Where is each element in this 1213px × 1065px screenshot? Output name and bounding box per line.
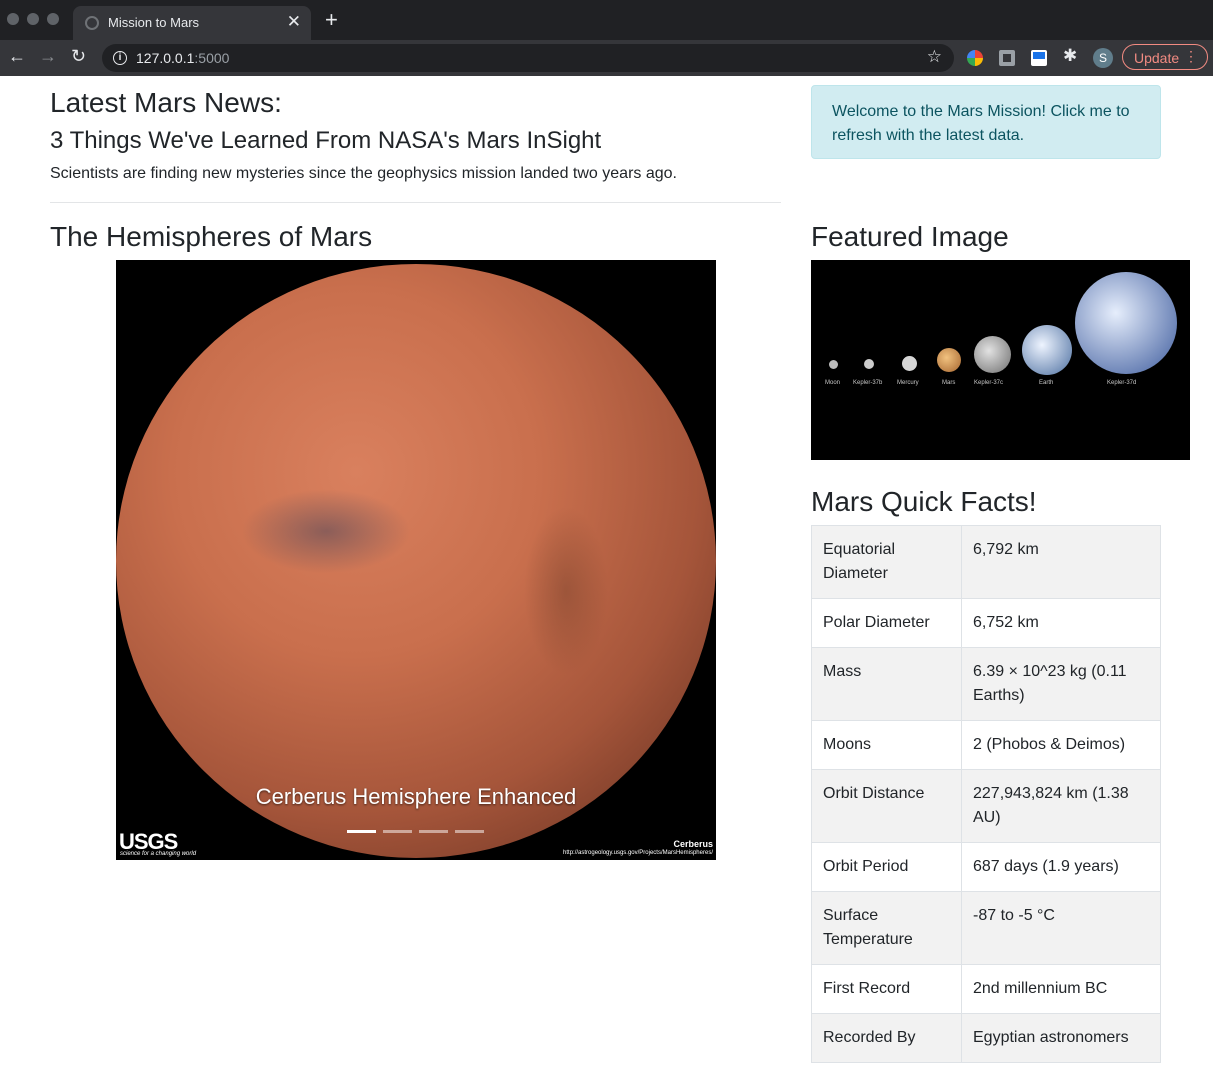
fact-value: 2nd millennium BC: [961, 964, 1161, 1014]
close-window-button[interactable]: [7, 13, 19, 25]
moon-planet: [829, 360, 838, 369]
facts-table: Equatorial Diameter 6,792 km Polar Diamet…: [811, 525, 1161, 1063]
carousel-indicator-3[interactable]: [419, 830, 448, 833]
fact-key: Polar Diameter: [811, 598, 962, 648]
browser-toolbar: ← → ↻ i 127.0.0.1:5000 ☆ ✱ S Update ⋮: [0, 40, 1213, 76]
news-title: 3 Things We've Learned From NASA's Mars …: [50, 127, 602, 154]
table-row: Orbit Period 687 days (1.9 years): [811, 842, 1161, 892]
kepler-37d-planet: [1075, 272, 1177, 374]
window-extension-icon[interactable]: [1031, 50, 1047, 66]
refresh-alert-button[interactable]: Welcome to the Mars Mission! Click me to…: [811, 85, 1161, 159]
info-icon[interactable]: i: [113, 51, 127, 65]
url-text[interactable]: 127.0.0.1:5000: [136, 50, 229, 66]
fact-key: Recorded By: [811, 1013, 962, 1063]
carousel-indicator-2[interactable]: [383, 830, 412, 833]
featured-label: Kepler-37d: [1107, 380, 1137, 386]
table-row: Mass 6.39 × 10^23 kg (0.11 Earths): [811, 647, 1161, 721]
fact-key: First Record: [811, 964, 962, 1014]
bookmark-star-icon[interactable]: ☆: [927, 47, 942, 67]
fact-key: Surface Temperature: [811, 891, 962, 965]
kepler-37c-planet: [974, 336, 1011, 373]
table-row: Equatorial Diameter 6,792 km: [811, 525, 1161, 599]
fact-value: Egyptian astronomers: [961, 1013, 1161, 1063]
mercury-planet: [902, 356, 917, 371]
carousel-indicator-1[interactable]: [347, 830, 376, 833]
fact-key: Equatorial Diameter: [811, 525, 962, 599]
featured-image-heading: Featured Image: [811, 221, 1009, 252]
profile-avatar[interactable]: S: [1093, 48, 1113, 68]
featured-label: Kepler-37c: [974, 380, 1004, 386]
tab-title: Mission to Mars: [108, 15, 200, 30]
fact-key: Moons: [811, 720, 962, 770]
earth-planet: [1022, 325, 1072, 375]
table-row: Orbit Distance 227,943,824 km (1.38 AU): [811, 769, 1161, 843]
more-menu-icon[interactable]: ⋮: [1184, 48, 1198, 65]
globe-icon: [85, 16, 99, 30]
address-bar[interactable]: i 127.0.0.1:5000 ☆: [102, 44, 954, 72]
mars-planet: [937, 348, 961, 372]
table-row: Surface Temperature -87 to -5 °C: [811, 891, 1161, 965]
news-paragraph: Scientists are finding new mysteries sin…: [50, 165, 677, 182]
fact-key: Orbit Distance: [811, 769, 962, 843]
extensions-puzzle-icon[interactable]: ✱: [1063, 46, 1077, 66]
featured-image[interactable]: Moon Kepler-37b Mercury Mars Kepler-37c …: [811, 260, 1190, 460]
fact-value: 2 (Phobos & Deimos): [961, 720, 1161, 770]
update-button[interactable]: Update ⋮: [1122, 44, 1208, 70]
fact-value: 6.39 × 10^23 kg (0.11 Earths): [961, 647, 1161, 721]
image-label: Cerberus: [673, 839, 713, 849]
fact-key: Orbit Period: [811, 842, 962, 892]
fact-value: 6,752 km: [961, 598, 1161, 648]
featured-label: Mercury: [897, 380, 919, 386]
hemispheres-carousel[interactable]: Cerberus Hemisphere Enhanced USGS scienc…: [116, 260, 716, 860]
image-source-url: http://astrogeology.usgs.gov/Projects/Ma…: [563, 850, 713, 856]
featured-label: Moon: [825, 380, 841, 386]
table-row: Moons 2 (Phobos & Deimos): [811, 720, 1161, 770]
facts-heading: Mars Quick Facts!: [811, 486, 1037, 517]
table-row: Recorded By Egyptian astronomers: [811, 1013, 1161, 1063]
table-row: First Record 2nd millennium BC: [811, 964, 1161, 1014]
hemispheres-heading: The Hemispheres of Mars: [50, 221, 373, 252]
back-arrow-icon[interactable]: ←: [8, 46, 26, 67]
fact-value: -87 to -5 °C: [961, 891, 1161, 965]
forward-arrow-icon[interactable]: →: [39, 46, 57, 67]
browser-tab[interactable]: Mission to Mars ✕: [73, 6, 311, 40]
color-picker-extension-icon[interactable]: [967, 50, 983, 66]
extension-icon[interactable]: [999, 50, 1015, 66]
kepler-37b-planet: [864, 359, 874, 369]
fact-key: Mass: [811, 647, 962, 721]
mars-hemisphere-image: [116, 264, 716, 858]
reload-icon[interactable]: ↻: [71, 46, 86, 67]
tab-bar: Mission to Mars ✕ +: [0, 0, 1213, 40]
featured-label: Earth: [1039, 380, 1054, 386]
usgs-tagline: science for a changing world: [120, 851, 197, 857]
featured-label: Kepler-37b: [853, 380, 883, 386]
new-tab-button[interactable]: +: [325, 9, 338, 31]
fact-value: 227,943,824 km (1.38 AU): [961, 769, 1161, 843]
close-tab-icon[interactable]: ✕: [287, 12, 301, 32]
carousel-caption: Cerberus Hemisphere Enhanced: [255, 784, 577, 809]
fact-value: 6,792 km: [961, 525, 1161, 599]
minimize-window-button[interactable]: [27, 13, 39, 25]
divider: [50, 202, 781, 203]
table-row: Polar Diameter 6,752 km: [811, 598, 1161, 648]
carousel-indicators: [347, 830, 487, 834]
featured-label: Mars: [942, 380, 956, 386]
news-heading: Latest Mars News:: [50, 87, 282, 118]
carousel-indicator-4[interactable]: [455, 830, 484, 833]
fact-value: 687 days (1.9 years): [961, 842, 1161, 892]
maximize-window-button[interactable]: [47, 13, 59, 25]
